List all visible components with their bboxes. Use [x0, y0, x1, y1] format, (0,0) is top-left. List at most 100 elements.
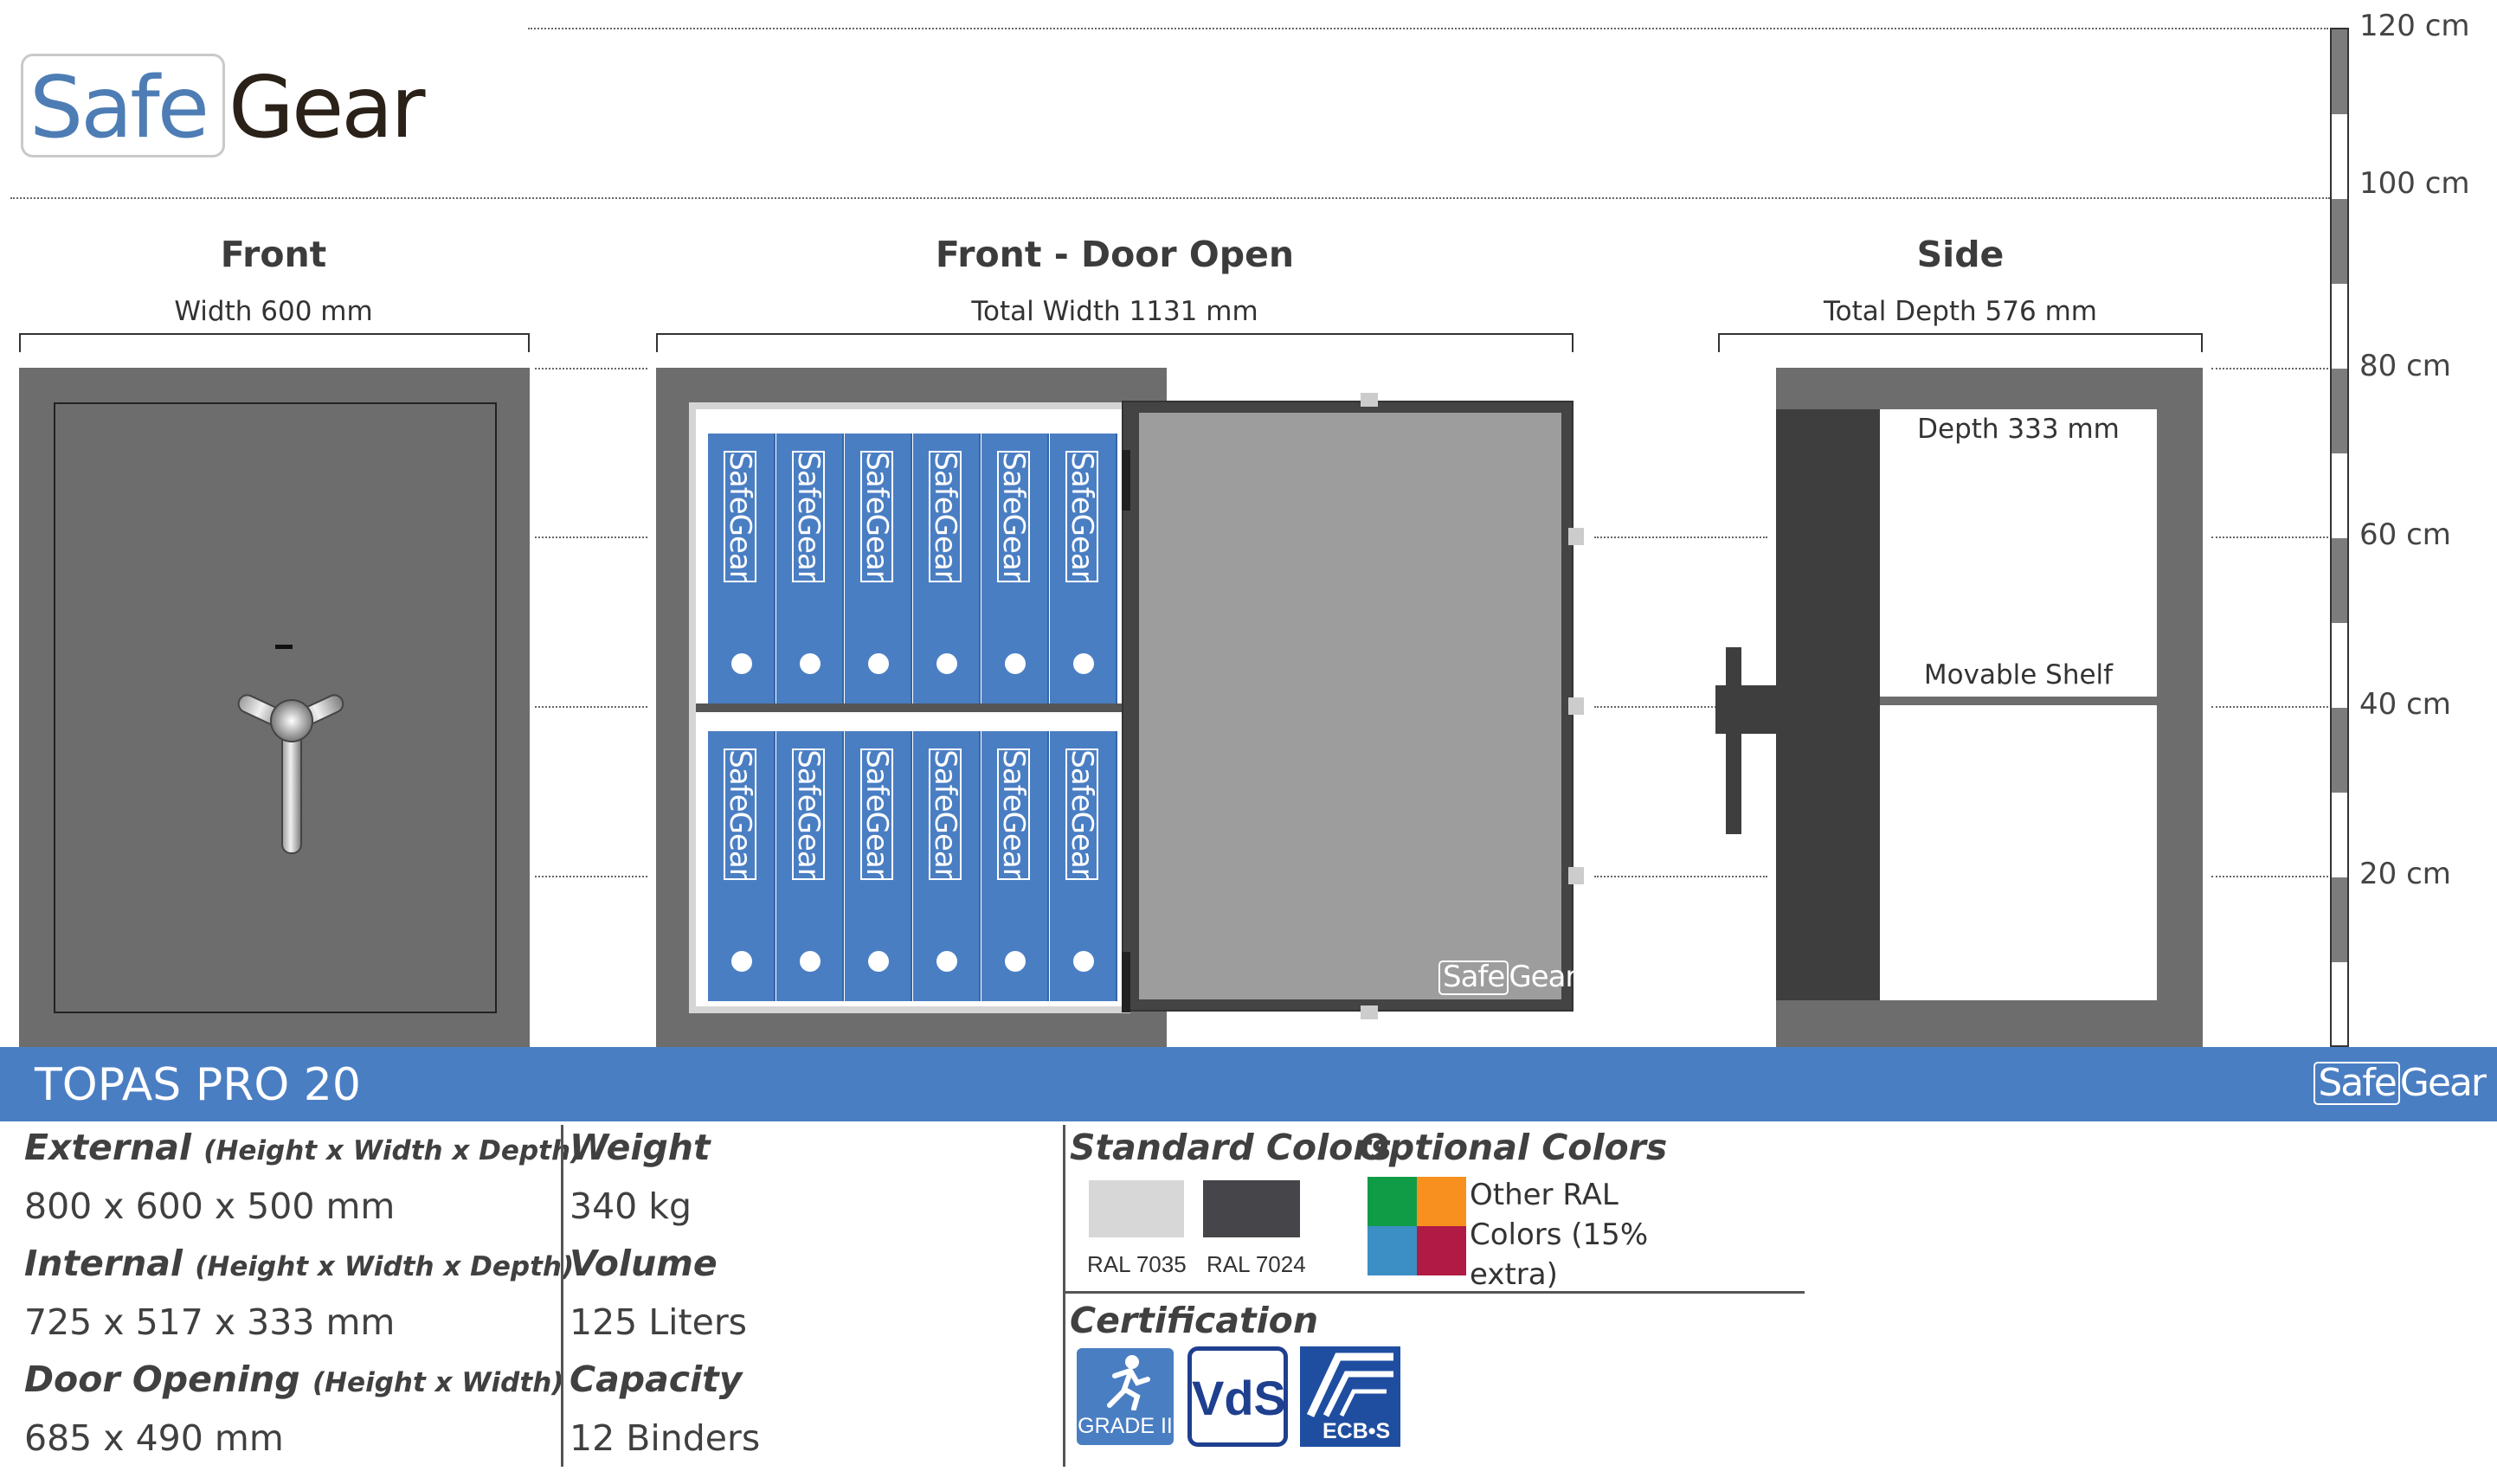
spec-divider-1 [561, 1125, 563, 1467]
depth-label: Depth 333 mm [1917, 414, 2120, 445]
binder-hole [800, 653, 821, 674]
internal-label: Internal (Height x Width x Depth) [24, 1243, 574, 1284]
ref-line-60b [1594, 536, 1767, 538]
binder-hole [1073, 653, 1094, 674]
binder: SafeGear [845, 434, 912, 703]
hinge-bottom [1361, 1005, 1378, 1019]
binder-hole [936, 653, 957, 674]
logo-gear: Gear [228, 59, 426, 157]
door-opening-value: 685 x 490 mm [24, 1417, 284, 1459]
safe-side-body [1776, 368, 2203, 1047]
door-opening-note: (Height x Width) [312, 1367, 564, 1398]
binder: SafeGear [708, 731, 775, 1001]
ecbs-label: ECB•S [1323, 1419, 1391, 1443]
standard-colors-title: Standard Colors [1070, 1127, 1392, 1168]
binder-hole [731, 951, 752, 972]
binder-hole [1005, 951, 1026, 972]
internal-label-text: Internal [24, 1243, 183, 1284]
swatch-ral-7024 [1203, 1180, 1300, 1237]
side-bracket [1718, 333, 2203, 352]
scale-tick-100: 100 cm [2359, 166, 2470, 201]
binder-spine: SafeGear [1065, 748, 1099, 880]
scale-seg [2332, 538, 2347, 623]
hinge-top [1361, 393, 1378, 407]
ref-line-80 [535, 368, 647, 369]
scale-tick-40: 40 cm [2359, 687, 2451, 722]
weight-label: Weight [570, 1127, 711, 1168]
ref-line-20b [1594, 876, 1767, 877]
binder: SafeGear [1050, 731, 1117, 1001]
ref-line-100 [10, 197, 2330, 199]
external-value: 800 x 600 x 500 mm [24, 1185, 396, 1227]
side-title: Side [1916, 234, 2005, 275]
external-note: (Height x Width x Depth) [203, 1135, 583, 1166]
binder-hole [936, 951, 957, 972]
optional-swatch-red [1417, 1226, 1466, 1275]
binder-spine: SafeGear [996, 748, 1031, 880]
binder: SafeGear [776, 731, 844, 1001]
product-title-bar: TOPAS PRO 20 Safe Gear [0, 1047, 2497, 1121]
binder: SafeGear [981, 731, 1049, 1001]
scale-seg [2332, 369, 2347, 453]
door-logo: Safe Gear [1438, 960, 1577, 995]
binder-spine: SafeGear [859, 451, 894, 582]
ref-line-20c [2211, 876, 2328, 877]
binder-label: SafeGear [791, 452, 826, 581]
safe-front-body [19, 368, 530, 1047]
volume-value: 125 Liters [570, 1301, 748, 1343]
runner-icon [1107, 1355, 1150, 1410]
bar-logo: Safe Gear [2314, 1061, 2487, 1106]
vds-badge: VdS [1187, 1346, 1288, 1447]
binder-spine: SafeGear [723, 748, 757, 880]
door-hinge-bar-bottom [1122, 952, 1130, 1012]
door-open-title: Front - Door Open [935, 234, 1295, 275]
handle-icon [237, 694, 344, 854]
swatch-ral-7035-label: RAL 7035 [1087, 1251, 1187, 1277]
binder-hole [1073, 951, 1094, 972]
optional-swatch-green [1368, 1177, 1417, 1226]
volume-label: Volume [570, 1243, 718, 1284]
swatch-ral-7024-label: RAL 7024 [1207, 1251, 1306, 1277]
shelf-label: Movable Shelf [1923, 659, 2114, 691]
weight-value: 340 kg [570, 1185, 692, 1227]
external-label-text: External [24, 1127, 191, 1168]
safe-open-body: SafeGear SafeGear SafeGear SafeGear SafeGear… [656, 368, 1167, 1047]
binder: SafeGear [776, 434, 844, 703]
scale-tick-80: 80 cm [2359, 349, 2451, 383]
side-shelf [1880, 697, 2157, 705]
bar-logo-safe: Safe [2314, 1062, 2400, 1106]
binder: SafeGear [1050, 434, 1117, 703]
binder-label: SafeGear [859, 452, 894, 581]
door-hinge-bar-top [1122, 450, 1130, 511]
key-indicator [275, 645, 293, 649]
capacity-value: 12 Binders [570, 1417, 761, 1459]
external-label: External (Height x Width x Depth) [24, 1127, 582, 1168]
binder-spine: SafeGear [996, 451, 1031, 582]
door-opening-label-text: Door Opening [24, 1359, 300, 1400]
swatch-ral-7035 [1089, 1180, 1184, 1237]
scale-seg [2332, 29, 2347, 114]
door-inner-panel [1139, 413, 1561, 999]
bar-logo-gear: Gear [2399, 1061, 2487, 1105]
bolt-2 [1568, 697, 1584, 715]
binder-label: SafeGear [928, 452, 962, 581]
door-logo-safe: Safe [1438, 960, 1509, 995]
scale-tick-120: 120 cm [2359, 9, 2470, 43]
binder-label: SafeGear [723, 749, 757, 879]
binder: SafeGear [913, 731, 981, 1001]
binder-spine: SafeGear [723, 451, 757, 582]
scale-tick-20: 20 cm [2359, 857, 2451, 891]
optional-colors-text: Other RAL Colors (15% extra) [1470, 1178, 1649, 1292]
binder-label: SafeGear [996, 749, 1031, 879]
spec-divider-2 [1063, 1125, 1065, 1467]
scale-seg [2332, 877, 2347, 962]
certification-title: Certification [1070, 1300, 1319, 1341]
front-bracket [19, 333, 530, 352]
side-door-thickness [1776, 409, 1880, 1000]
ref-line-120 [528, 28, 2328, 29]
grade-label: GRADE II [1078, 1414, 1173, 1438]
interior-shelf [696, 703, 1123, 712]
binder-label: SafeGear [723, 452, 757, 581]
height-scale [2330, 28, 2349, 1047]
ecbs-mark-icon [1306, 1352, 1393, 1417]
